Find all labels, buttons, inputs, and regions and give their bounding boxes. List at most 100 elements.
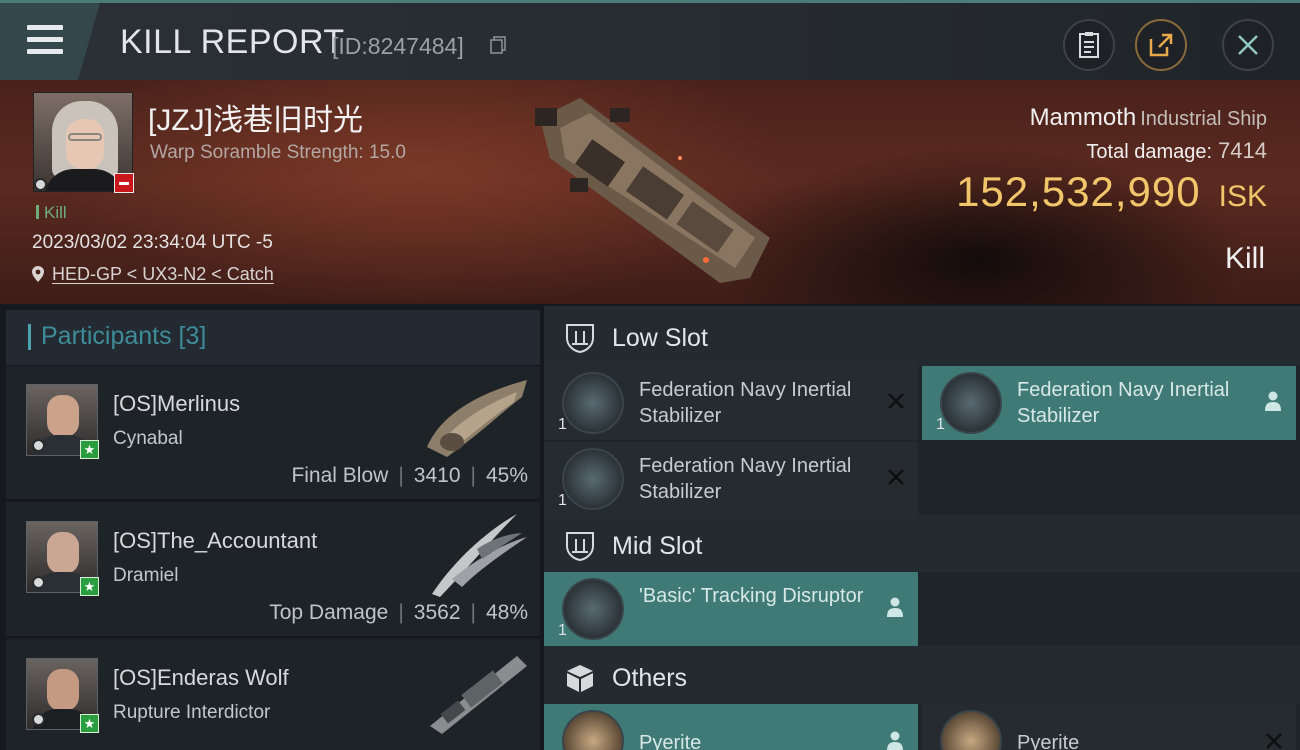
mid-slot-header: Mid Slot	[544, 514, 1300, 580]
low-slot-title: Low Slot	[612, 324, 708, 352]
low-slot-header: Low Slot	[544, 306, 1300, 372]
cargo-box-icon	[567, 665, 593, 692]
victim-ship-model	[535, 98, 770, 283]
fitted-item[interactable]: 1 Federation Navy Inertial Stabilizer	[544, 442, 918, 516]
inertial-stabilizer-icon	[562, 372, 624, 434]
report-button[interactable]	[1063, 19, 1115, 71]
fitted-item[interactable]: 1 Federation Navy Inertial Stabilizer	[544, 366, 918, 440]
item-quantity: 1	[558, 416, 567, 433]
kill-location[interactable]: HED-GP < UX3-N2 < Catch	[32, 264, 274, 285]
result-label: Kill	[1224, 242, 1265, 275]
standing-negative-icon	[114, 173, 134, 193]
victim-header: [JZJ]浅巷旧时光 Warp Soramble Strength: 15.0 …	[0, 80, 1300, 304]
total-damage-value: 7414	[1218, 138, 1267, 163]
standing-star-icon: ★	[80, 714, 99, 733]
item-name: Pyerite	[1017, 732, 1080, 750]
victim-name[interactable]: [JZJ]浅巷旧时光	[148, 95, 363, 139]
participant-percent: 45%	[485, 464, 528, 487]
item-quantity: 1	[936, 416, 945, 433]
clipboard-icon	[1079, 32, 1099, 58]
participant-ship: Dramiel	[113, 565, 179, 586]
participant-row[interactable]: ★ [OS]Enderas Wolf Rupture Interdictor	[6, 640, 540, 750]
destroyed-x-icon	[1266, 733, 1282, 749]
dropped-person-icon	[887, 597, 903, 617]
tracking-disruptor-icon	[562, 578, 624, 640]
item-name: Federation Navy Inertial Stabilizer	[639, 455, 852, 503]
participant-stats: Final Blow | 3410 | 45%	[291, 464, 528, 487]
item-name: Federation Navy Inertial Stabilizer	[639, 379, 852, 427]
participant-ship: Cynabal	[113, 428, 183, 449]
item-quantity: 1	[558, 622, 567, 639]
standing-star-icon: ★	[80, 577, 99, 596]
page-title: KILL REPORT	[120, 23, 345, 61]
participants-header: Participants [3]	[6, 310, 540, 365]
cargo-item[interactable]: Pyerite	[544, 704, 918, 750]
corporation-badge-icon	[32, 576, 45, 589]
hamburger-icon	[27, 25, 63, 55]
others-items: Pyerite Pyerite	[544, 704, 1300, 750]
report-id: [ID:8247484]	[332, 33, 464, 59]
participant-ship-model	[430, 656, 527, 734]
item-name: 'Basic' Tracking Disruptor	[639, 585, 864, 607]
total-damage-label: Total damage:	[1086, 141, 1213, 163]
participant-role: Top Damage	[269, 601, 389, 624]
kill-tag: Kill	[36, 203, 67, 223]
mid-slot-items: 1 'Basic' Tracking Disruptor	[544, 572, 1300, 648]
kill-datetime: 2023/03/02 23:34:04 UTC -5	[32, 232, 273, 253]
destroyed-x-icon	[888, 393, 904, 409]
victim-ship-class: Industrial Ship	[1140, 108, 1267, 130]
mid-slot-icon	[566, 532, 594, 562]
participant-row[interactable]: ★ [OS]Merlinus Cynabal Final Blow | 3410 | 4…	[6, 366, 540, 501]
participant-name[interactable]: [OS]Enderas Wolf	[113, 665, 289, 691]
isk-value: 152,532,990 ISK	[956, 168, 1267, 216]
isk-amount: 152,532,990	[956, 168, 1201, 215]
close-icon	[1238, 35, 1258, 55]
copy-icon[interactable]	[490, 36, 506, 54]
participant-damage: 3410	[413, 464, 461, 487]
participant-ship-model	[427, 380, 527, 457]
item-name: Federation Navy Inertial Stabilizer	[1017, 379, 1230, 427]
location-pin-icon	[32, 266, 44, 282]
participant-ship: Rupture Interdictor	[113, 702, 271, 723]
victim-ship[interactable]: Mammoth Industrial Ship	[1030, 104, 1267, 132]
fitted-item[interactable]: 1 Federation Navy Inertial Stabilizer	[922, 366, 1296, 440]
share-icon	[1149, 33, 1173, 57]
top-bar: KILL REPORT [ID:8247484]	[0, 0, 1300, 80]
corporation-badge-icon	[32, 713, 45, 726]
participant-row[interactable]: ★ [OS]The_Accountant Dramiel Top Damage |…	[6, 503, 540, 638]
close-button[interactable]	[1222, 19, 1274, 71]
others-header: Others	[544, 646, 1300, 712]
warp-scramble-strength: Warp Soramble Strength: 15.0	[150, 142, 406, 163]
pyerite-icon	[940, 710, 1002, 750]
low-slot-icon	[566, 324, 594, 354]
cargo-item[interactable]: Pyerite	[922, 704, 1296, 750]
item-name: Pyerite	[639, 732, 702, 750]
menu-button[interactable]	[0, 3, 100, 80]
low-slot-items: 1 Federation Navy Inertial Stabilizer 1 …	[544, 366, 1300, 516]
participant-name[interactable]: [OS]The_Accountant	[113, 528, 317, 554]
pyerite-icon	[562, 710, 624, 750]
mid-slot-title: Mid Slot	[612, 532, 703, 560]
inertial-stabilizer-icon	[940, 372, 1002, 434]
victim-ship-name: Mammoth	[1029, 104, 1137, 131]
participant-percent: 48%	[485, 601, 528, 624]
participant-name[interactable]: [OS]Merlinus	[113, 391, 240, 417]
item-quantity: 1	[558, 492, 567, 509]
fitted-item[interactable]: 1 'Basic' Tracking Disruptor	[544, 572, 918, 646]
destroyed-x-icon	[888, 469, 904, 485]
participants-list: ★ [OS]Merlinus Cynabal Final Blow | 3410 | 4…	[6, 366, 540, 750]
isk-currency: ISK	[1218, 180, 1267, 213]
participant-stats: Top Damage | 3562 | 48%	[269, 601, 528, 624]
inertial-stabilizer-icon	[562, 448, 624, 510]
corporation-badge-icon	[32, 439, 45, 452]
total-damage: Total damage: 7414	[1086, 138, 1267, 164]
standing-star-icon: ★	[80, 440, 99, 459]
location-link[interactable]: HED-GP < UX3-N2 < Catch	[52, 264, 274, 284]
corporation-badge-icon	[34, 178, 47, 191]
dropped-person-icon	[887, 731, 903, 750]
share-button[interactable]	[1135, 19, 1187, 71]
participant-damage: 3562	[413, 601, 461, 624]
participant-ship-model	[432, 514, 527, 597]
participant-role: Final Blow	[291, 464, 389, 487]
dropped-person-icon	[1265, 391, 1281, 411]
